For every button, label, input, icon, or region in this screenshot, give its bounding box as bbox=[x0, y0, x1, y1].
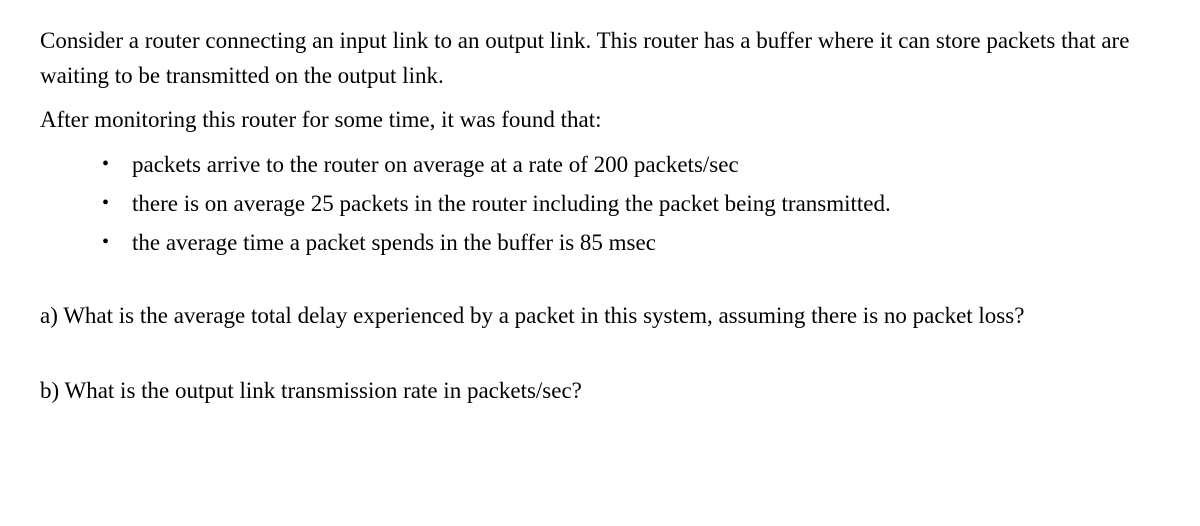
question-a: a) What is the average total delay exper… bbox=[40, 296, 1160, 335]
intro-paragraph-1: Consider a router connecting an input li… bbox=[40, 24, 1160, 93]
bullet-list: packets arrive to the router on average … bbox=[40, 148, 1160, 260]
list-item: the average time a packet spends in the … bbox=[102, 226, 1160, 259]
list-item: there is on average 25 packets in the ro… bbox=[102, 187, 1160, 220]
question-b: b) What is the output link transmission … bbox=[40, 371, 1160, 410]
intro-paragraph-2: After monitoring this router for some ti… bbox=[40, 103, 1160, 138]
list-item: packets arrive to the router on average … bbox=[102, 148, 1160, 181]
